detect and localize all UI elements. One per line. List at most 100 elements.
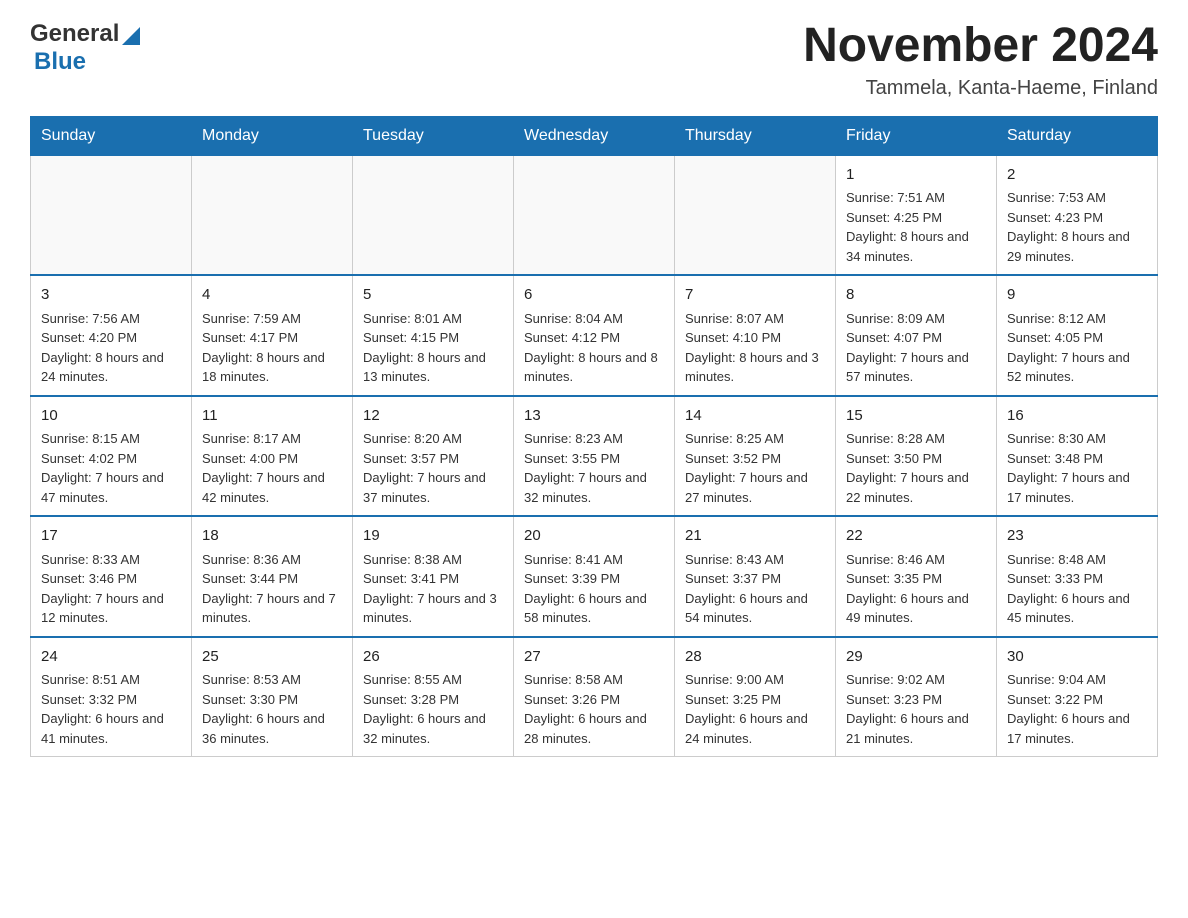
day-number: 12	[363, 405, 503, 428]
logo-blue-text: Blue	[34, 48, 86, 75]
calendar-cell: 11Sunrise: 8:17 AM Sunset: 4:00 PM Dayli…	[192, 396, 353, 517]
calendar-cell: 26Sunrise: 8:55 AM Sunset: 3:28 PM Dayli…	[353, 637, 514, 757]
day-info: Sunrise: 8:07 AM Sunset: 4:10 PM Dayligh…	[685, 309, 825, 387]
calendar-cell: 7Sunrise: 8:07 AM Sunset: 4:10 PM Daylig…	[675, 275, 836, 396]
day-number: 25	[202, 646, 342, 669]
month-title: November 2024	[803, 20, 1158, 73]
calendar-cell: 4Sunrise: 7:59 AM Sunset: 4:17 PM Daylig…	[192, 275, 353, 396]
title-section: November 2024 Tammela, Kanta-Haeme, Finl…	[803, 20, 1158, 100]
calendar-cell: 24Sunrise: 8:51 AM Sunset: 3:32 PM Dayli…	[31, 637, 192, 757]
calendar-cell: 27Sunrise: 8:58 AM Sunset: 3:26 PM Dayli…	[514, 637, 675, 757]
calendar-cell: 25Sunrise: 8:53 AM Sunset: 3:30 PM Dayli…	[192, 637, 353, 757]
calendar-cell: 10Sunrise: 8:15 AM Sunset: 4:02 PM Dayli…	[31, 396, 192, 517]
day-info: Sunrise: 7:51 AM Sunset: 4:25 PM Dayligh…	[846, 188, 986, 266]
day-number: 29	[846, 646, 986, 669]
day-info: Sunrise: 8:53 AM Sunset: 3:30 PM Dayligh…	[202, 670, 342, 748]
day-info: Sunrise: 8:01 AM Sunset: 4:15 PM Dayligh…	[363, 309, 503, 387]
calendar-cell	[31, 155, 192, 275]
day-number: 16	[1007, 405, 1147, 428]
day-info: Sunrise: 8:46 AM Sunset: 3:35 PM Dayligh…	[846, 550, 986, 628]
day-info: Sunrise: 8:30 AM Sunset: 3:48 PM Dayligh…	[1007, 429, 1147, 507]
day-number: 19	[363, 525, 503, 548]
calendar-cell: 29Sunrise: 9:02 AM Sunset: 3:23 PM Dayli…	[836, 637, 997, 757]
calendar-row-1: 3Sunrise: 7:56 AM Sunset: 4:20 PM Daylig…	[31, 275, 1158, 396]
day-number: 6	[524, 284, 664, 307]
calendar-cell: 22Sunrise: 8:46 AM Sunset: 3:35 PM Dayli…	[836, 516, 997, 637]
calendar-row-3: 17Sunrise: 8:33 AM Sunset: 3:46 PM Dayli…	[31, 516, 1158, 637]
calendar-cell	[514, 155, 675, 275]
day-number: 7	[685, 284, 825, 307]
logo: General Blue	[30, 20, 140, 76]
weekday-header-saturday: Saturday	[997, 116, 1158, 155]
day-number: 24	[41, 646, 181, 669]
day-info: Sunrise: 7:56 AM Sunset: 4:20 PM Dayligh…	[41, 309, 181, 387]
day-number: 13	[524, 405, 664, 428]
day-number: 30	[1007, 646, 1147, 669]
day-number: 15	[846, 405, 986, 428]
calendar-cell: 15Sunrise: 8:28 AM Sunset: 3:50 PM Dayli…	[836, 396, 997, 517]
weekday-header-friday: Friday	[836, 116, 997, 155]
calendar-cell: 5Sunrise: 8:01 AM Sunset: 4:15 PM Daylig…	[353, 275, 514, 396]
day-number: 23	[1007, 525, 1147, 548]
weekday-header-row: SundayMondayTuesdayWednesdayThursdayFrid…	[31, 116, 1158, 155]
calendar-cell: 2Sunrise: 7:53 AM Sunset: 4:23 PM Daylig…	[997, 155, 1158, 275]
day-number: 17	[41, 525, 181, 548]
calendar-cell: 16Sunrise: 8:30 AM Sunset: 3:48 PM Dayli…	[997, 396, 1158, 517]
calendar-row-0: 1Sunrise: 7:51 AM Sunset: 4:25 PM Daylig…	[31, 155, 1158, 275]
calendar-cell: 8Sunrise: 8:09 AM Sunset: 4:07 PM Daylig…	[836, 275, 997, 396]
day-info: Sunrise: 8:04 AM Sunset: 4:12 PM Dayligh…	[524, 309, 664, 387]
day-info: Sunrise: 9:04 AM Sunset: 3:22 PM Dayligh…	[1007, 670, 1147, 748]
calendar-cell: 30Sunrise: 9:04 AM Sunset: 3:22 PM Dayli…	[997, 637, 1158, 757]
day-number: 8	[846, 284, 986, 307]
day-number: 26	[363, 646, 503, 669]
calendar-cell: 13Sunrise: 8:23 AM Sunset: 3:55 PM Dayli…	[514, 396, 675, 517]
day-info: Sunrise: 8:55 AM Sunset: 3:28 PM Dayligh…	[363, 670, 503, 748]
day-info: Sunrise: 8:58 AM Sunset: 3:26 PM Dayligh…	[524, 670, 664, 748]
calendar-cell	[192, 155, 353, 275]
day-info: Sunrise: 8:20 AM Sunset: 3:57 PM Dayligh…	[363, 429, 503, 507]
location-subtitle: Tammela, Kanta-Haeme, Finland	[803, 77, 1158, 100]
day-number: 20	[524, 525, 664, 548]
calendar-cell: 28Sunrise: 9:00 AM Sunset: 3:25 PM Dayli…	[675, 637, 836, 757]
day-number: 14	[685, 405, 825, 428]
calendar-table: SundayMondayTuesdayWednesdayThursdayFrid…	[30, 116, 1158, 758]
day-number: 28	[685, 646, 825, 669]
day-number: 18	[202, 525, 342, 548]
page-header: General Blue November 2024 Tammela, Kant…	[30, 20, 1158, 100]
day-info: Sunrise: 8:23 AM Sunset: 3:55 PM Dayligh…	[524, 429, 664, 507]
day-info: Sunrise: 8:48 AM Sunset: 3:33 PM Dayligh…	[1007, 550, 1147, 628]
day-number: 21	[685, 525, 825, 548]
calendar-cell: 12Sunrise: 8:20 AM Sunset: 3:57 PM Dayli…	[353, 396, 514, 517]
calendar-cell: 17Sunrise: 8:33 AM Sunset: 3:46 PM Dayli…	[31, 516, 192, 637]
day-info: Sunrise: 8:09 AM Sunset: 4:07 PM Dayligh…	[846, 309, 986, 387]
day-info: Sunrise: 8:25 AM Sunset: 3:52 PM Dayligh…	[685, 429, 825, 507]
calendar-cell: 6Sunrise: 8:04 AM Sunset: 4:12 PM Daylig…	[514, 275, 675, 396]
day-number: 11	[202, 405, 342, 428]
day-number: 5	[363, 284, 503, 307]
day-info: Sunrise: 8:33 AM Sunset: 3:46 PM Dayligh…	[41, 550, 181, 628]
day-number: 4	[202, 284, 342, 307]
day-info: Sunrise: 8:51 AM Sunset: 3:32 PM Dayligh…	[41, 670, 181, 748]
logo-general-text: General	[30, 20, 119, 48]
weekday-header-wednesday: Wednesday	[514, 116, 675, 155]
day-info: Sunrise: 7:53 AM Sunset: 4:23 PM Dayligh…	[1007, 188, 1147, 266]
weekday-header-sunday: Sunday	[31, 116, 192, 155]
day-info: Sunrise: 9:00 AM Sunset: 3:25 PM Dayligh…	[685, 670, 825, 748]
calendar-row-2: 10Sunrise: 8:15 AM Sunset: 4:02 PM Dayli…	[31, 396, 1158, 517]
day-info: Sunrise: 8:17 AM Sunset: 4:00 PM Dayligh…	[202, 429, 342, 507]
day-number: 3	[41, 284, 181, 307]
calendar-cell: 19Sunrise: 8:38 AM Sunset: 3:41 PM Dayli…	[353, 516, 514, 637]
calendar-cell: 20Sunrise: 8:41 AM Sunset: 3:39 PM Dayli…	[514, 516, 675, 637]
day-info: Sunrise: 8:43 AM Sunset: 3:37 PM Dayligh…	[685, 550, 825, 628]
day-info: Sunrise: 8:28 AM Sunset: 3:50 PM Dayligh…	[846, 429, 986, 507]
day-info: Sunrise: 8:12 AM Sunset: 4:05 PM Dayligh…	[1007, 309, 1147, 387]
calendar-cell	[675, 155, 836, 275]
calendar-cell	[353, 155, 514, 275]
day-number: 10	[41, 405, 181, 428]
calendar-cell: 3Sunrise: 7:56 AM Sunset: 4:20 PM Daylig…	[31, 275, 192, 396]
weekday-header-tuesday: Tuesday	[353, 116, 514, 155]
calendar-cell: 21Sunrise: 8:43 AM Sunset: 3:37 PM Dayli…	[675, 516, 836, 637]
logo-triangle-icon	[122, 25, 140, 45]
day-info: Sunrise: 8:36 AM Sunset: 3:44 PM Dayligh…	[202, 550, 342, 628]
calendar-row-4: 24Sunrise: 8:51 AM Sunset: 3:32 PM Dayli…	[31, 637, 1158, 757]
